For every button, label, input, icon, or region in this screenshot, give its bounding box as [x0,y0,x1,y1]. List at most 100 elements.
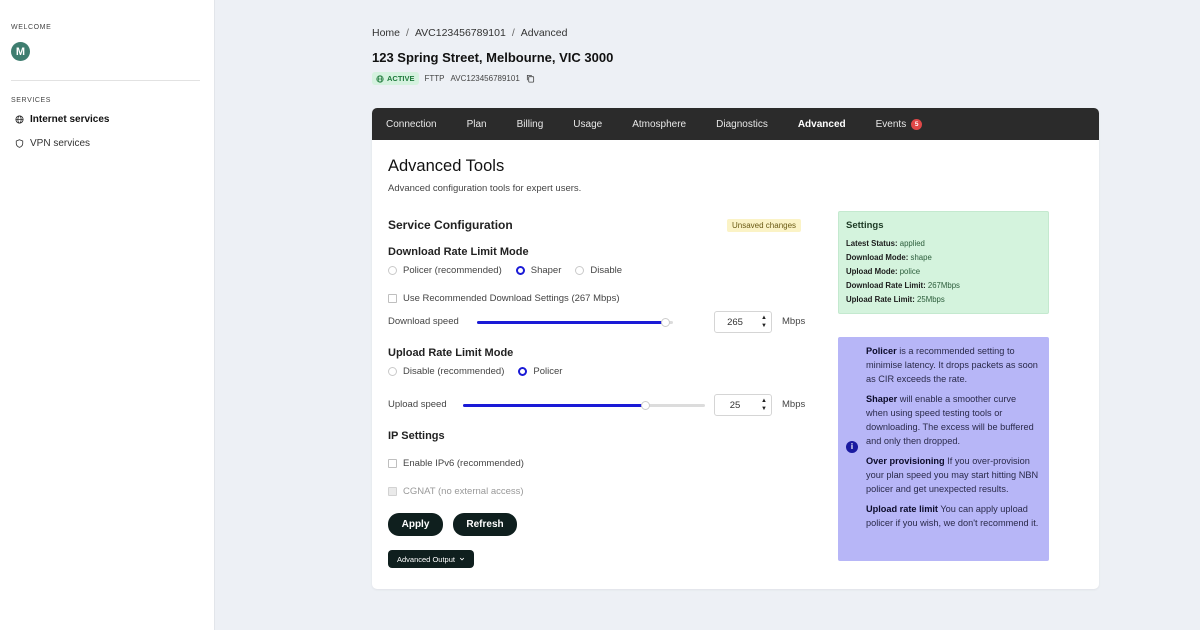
tab-billing[interactable]: Billing [517,119,544,130]
tab-plan[interactable]: Plan [467,119,487,130]
upload-speed-label: Upload speed [388,399,447,410]
use-recommended-checkbox[interactable]: Use Recommended Download Settings (267 M… [388,293,620,304]
enable-ipv6-checkbox[interactable]: Enable IPv6 (recommended) [388,458,524,469]
tab-diagnostics[interactable]: Diagnostics [716,119,768,130]
sidebar-item-label: Internet services [30,114,110,125]
radio-indicator [388,367,397,376]
service-config-heading: Service Configuration [388,218,513,232]
tab-atmosphere[interactable]: Atmosphere [632,119,686,130]
sidebar: WELCOME M SERVICES Internet services VPN… [0,0,215,630]
page-title: 123 Spring Street, Melbourne, VIC 3000 [372,50,614,65]
breadcrumb-separator: / [406,27,409,39]
upload-speed-row: Upload speed 25 ▲ ▼ Mbps [388,394,808,416]
copy-icon[interactable] [526,74,535,83]
tab-label: Connection [386,118,437,130]
avatar[interactable]: M [11,42,30,61]
breadcrumb-home[interactable]: Home [372,27,400,39]
radio-label: Policer (recommended) [403,265,502,276]
download-mode-radios: Policer (recommended) Shaper Disable [388,265,636,276]
input-value: 25 [729,400,741,411]
slider-thumb[interactable] [661,318,671,327]
slider-fill [463,404,645,407]
tab-connection[interactable]: Connection [386,119,437,130]
radio-download-disable[interactable]: Disable [575,265,622,276]
settings-row: Download Mode: shape [846,251,1041,265]
section-subtitle: Advanced configuration tools for expert … [388,183,582,194]
unsaved-changes-badge: Unsaved changes [727,219,802,232]
stepper-arrows[interactable]: ▲ ▼ [761,397,767,413]
tab-label: Events [875,118,907,130]
radio-label: Disable (recommended) [403,366,505,377]
welcome-label: WELCOME [11,24,52,31]
settings-row: Upload Rate Limit: 25Mbps [846,293,1041,307]
upload-speed-slider[interactable] [463,401,705,410]
radio-indicator [518,367,528,376]
globe-icon [376,74,384,83]
download-speed-input[interactable]: 265 ▲ ▼ [714,311,772,333]
radio-label: Shaper [530,265,562,276]
breadcrumb-service[interactable]: AVC123456789101 [415,27,506,39]
ip-settings-heading: IP Settings [388,430,445,442]
upload-speed-input[interactable]: 25 ▲ ▼ [714,394,772,416]
download-mode-heading: Download Rate Limit Mode [388,246,529,258]
info-paragraph: Upload rate limit You can apply upload p… [866,502,1040,530]
advanced-output-dropdown[interactable]: Advanced Output [388,550,474,568]
settings-panel: Settings Latest Status: applied Download… [838,211,1049,314]
sidebar-item-internet-services[interactable]: Internet services [15,114,110,125]
breadcrumb-current: Advanced [520,27,568,39]
apply-button[interactable]: Apply [388,513,443,536]
download-speed-row: Download speed 265 ▲ ▼ Mbps [388,311,808,333]
avc-id: AVC123456789101 [450,74,520,83]
breadcrumb: Home / AVC123456789101 / Advanced [372,27,567,39]
slider-thumb[interactable] [640,401,650,410]
settings-heading: Settings [846,220,884,231]
events-count-badge: 5 [911,118,923,130]
settings-value: shape [910,253,932,262]
settings-key: Latest Status: [846,239,898,248]
radio-upload-policer[interactable]: Policer [518,366,562,377]
stepper-arrows[interactable]: ▲ ▼ [761,314,767,330]
settings-value: 25Mbps [917,295,945,304]
breadcrumb-separator: / [511,27,515,39]
download-speed-slider[interactable] [477,318,673,327]
checkbox-box [388,294,397,303]
tab-bar: Connection Plan Billing Usage Atmosphere… [372,108,1099,140]
sidebar-item-vpn-services[interactable]: VPN services [15,138,90,149]
settings-key: Upload Mode: [846,267,898,276]
sidebar-item-label: VPN services [30,138,91,149]
radio-indicator [515,266,525,275]
radio-download-shaper[interactable]: Shaper [515,265,562,276]
tab-events[interactable]: Events 5 [875,118,923,130]
services-label: SERVICES [11,97,52,104]
info-term: Over provisioning [866,456,945,466]
status-badge: ACTIVE [372,72,419,85]
checkbox-label: Enable IPv6 (recommended) [403,458,524,469]
sidebar-divider [11,80,200,81]
checkbox-label: CGNAT (no external access) [403,486,524,497]
radio-download-policer[interactable]: Policer (recommended) [388,265,502,276]
settings-row: Upload Mode: police [846,265,1041,279]
chevron-down-icon [459,557,465,561]
info-term: Shaper [866,394,898,404]
checkbox-box [388,459,397,468]
tab-label: Billing [516,118,544,130]
upload-speed-unit: Mbps [782,399,806,410]
slider-fill [477,321,666,324]
info-term: Upload rate limit [866,504,938,514]
settings-value: police [899,267,921,276]
settings-value: 267Mbps [927,281,960,290]
info-term: Policer [866,346,897,356]
tab-label: Diagnostics [716,118,768,130]
tab-advanced[interactable]: Advanced [798,119,846,130]
settings-key: Download Rate Limit: [846,281,926,290]
dropdown-label: Advanced Output [397,554,455,564]
settings-row: Download Rate Limit: 267Mbps [846,279,1041,293]
tech-type: FTTP [424,74,445,83]
settings-value: applied [899,239,925,248]
checkbox-box [388,487,397,496]
radio-label: Policer [533,366,563,377]
refresh-button[interactable]: Refresh [453,513,517,536]
tab-usage[interactable]: Usage [573,119,602,130]
section-title: Advanced Tools [388,157,505,175]
radio-upload-disable[interactable]: Disable (recommended) [388,366,504,377]
